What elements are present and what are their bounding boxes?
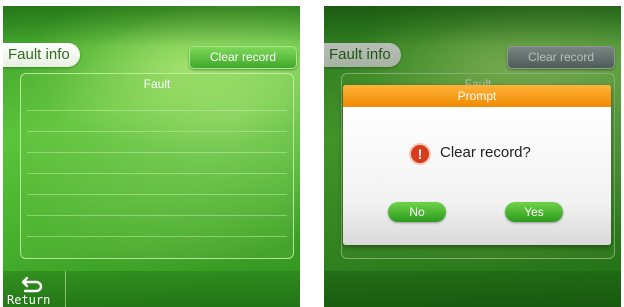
divider — [27, 236, 287, 237]
divider — [27, 215, 287, 216]
page-title: Fault info — [3, 43, 80, 67]
divider — [27, 110, 287, 111]
divider — [27, 131, 287, 132]
fault-record-panel: Fault — [20, 73, 294, 259]
yes-button[interactable]: Yes — [505, 202, 563, 222]
return-arrow-icon — [21, 276, 43, 293]
return-label: Return — [7, 293, 51, 307]
divider — [27, 173, 287, 174]
warning-icon: ! — [409, 143, 431, 165]
clear-record-button[interactable]: Clear record — [189, 46, 297, 69]
clear-record-dialog: Prompt ! Clear record? No Yes — [343, 85, 611, 245]
no-button[interactable]: No — [388, 202, 446, 222]
dialog-title: Prompt — [343, 85, 611, 107]
divider — [27, 194, 287, 195]
dialog-body: ! Clear record? No Yes — [343, 107, 611, 245]
return-button[interactable]: Return — [3, 271, 66, 307]
fault-info-screen: Fault info Clear record Fault Return — [3, 6, 300, 307]
fault-column-header: Fault — [143, 77, 171, 91]
dialog-message: Clear record? — [440, 144, 531, 161]
divider — [27, 152, 287, 153]
fault-info-screen-with-dialog: Fault info Clear record Fault Prompt ! C… — [324, 6, 621, 307]
